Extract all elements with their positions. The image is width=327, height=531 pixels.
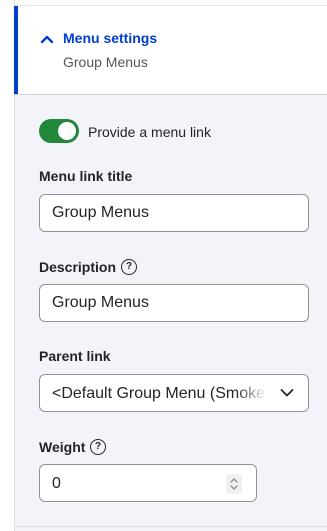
menu-link-title-input[interactable] xyxy=(39,194,309,232)
description-label: Description xyxy=(39,259,117,275)
panel-bottom-divider xyxy=(15,526,327,527)
spinner-arrows-icon xyxy=(230,478,238,490)
menu-settings-panel: Menu settings Group Menus Provide a menu… xyxy=(0,0,327,531)
menu-settings-summary-text: Group Menus xyxy=(63,54,148,70)
select-text-fade xyxy=(236,375,272,411)
question-circle-icon[interactable]: ? xyxy=(90,439,106,455)
chevron-up-icon xyxy=(40,35,54,44)
toggle-knob xyxy=(58,122,76,140)
description-input[interactable] xyxy=(39,284,309,322)
parent-link-selected-value: <Default Group Menu (Smoke Test)> xyxy=(52,385,264,402)
weight-value: 0 xyxy=(52,475,61,492)
provide-menu-link-toggle[interactable] xyxy=(39,119,79,143)
menu-settings-title[interactable]: Menu settings xyxy=(63,30,157,46)
parent-link-select[interactable]: <Default Group Menu (Smoke Test)> xyxy=(39,374,309,412)
provide-menu-link-label[interactable]: Provide a menu link xyxy=(88,124,211,140)
weight-spinner[interactable] xyxy=(226,474,242,494)
menu-settings-summary[interactable]: Menu settings Group Menus xyxy=(14,6,327,95)
weight-label: Weight xyxy=(39,439,86,455)
weight-input[interactable]: 0 xyxy=(39,464,257,502)
question-circle-icon[interactable]: ? xyxy=(121,259,137,275)
chevron-down-icon xyxy=(280,389,294,397)
active-accent-bar xyxy=(14,6,18,94)
parent-link-label: Parent link xyxy=(39,348,111,364)
menu-link-title-label: Menu link title xyxy=(39,168,133,184)
